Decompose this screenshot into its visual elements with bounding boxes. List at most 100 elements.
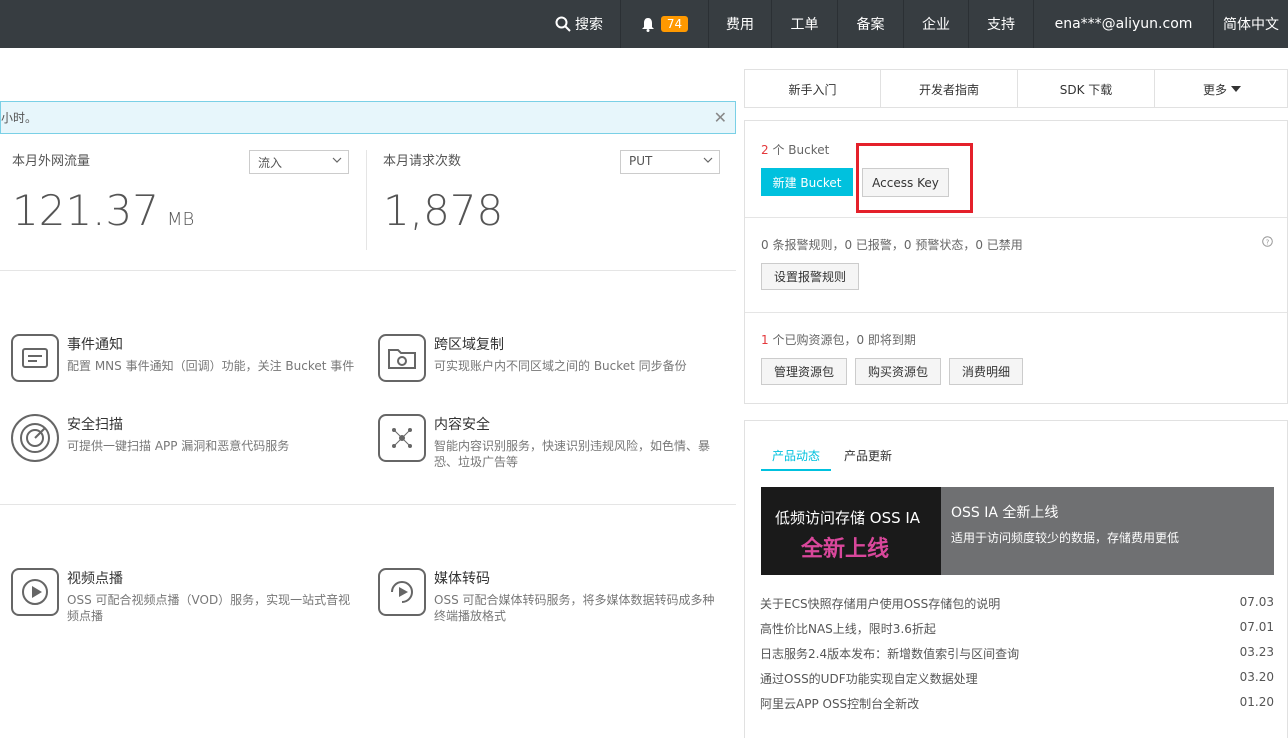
account-email: ena***@aliyun.com — [1054, 16, 1193, 32]
help-icon[interactable]: ? — [1262, 236, 1273, 247]
feature-desc: 可实现账户内不同区域之间的 Bucket 同步备份 — [434, 359, 687, 373]
package-summary-suffix: 个已购资源包，0 即将到期 — [772, 333, 916, 347]
svg-text:?: ? — [1266, 238, 1270, 246]
news-title: 日志服务2.4版本发布：新增数值索引与区间查询 — [760, 647, 1020, 661]
traffic-label: 本月外网流量 — [12, 154, 91, 169]
language-menu[interactable]: 简体中文 — [1213, 0, 1288, 48]
package-summary: 1 个已购资源包，0 即将到期 — [761, 331, 916, 348]
banner-image: 低频访问存储 OSS IA 全新上线 — [761, 487, 941, 575]
search-icon — [555, 16, 571, 32]
tab-product-news[interactable]: 产品动态 — [772, 447, 820, 464]
tab-dev-guide[interactable]: 开发者指南 — [881, 70, 1018, 108]
news-item[interactable]: 高性价比NAS上线，限时3.6折起 07.01 — [760, 620, 1274, 637]
help-tabs: 新手入门 开发者指南 SDK 下载 更多 — [744, 69, 1288, 108]
tab-label: 新手入门 — [788, 82, 837, 97]
search-button[interactable]: 搜索 — [538, 0, 620, 48]
account-menu[interactable]: ena***@aliyun.com — [1033, 0, 1213, 48]
bell-icon — [641, 17, 654, 32]
request-type-select[interactable]: PUT — [620, 150, 720, 174]
consumption-details-label: 消费明细 — [961, 365, 1010, 379]
feature-title: 视频点播 — [67, 571, 123, 587]
feature-title: 内容安全 — [434, 417, 490, 433]
news-banner[interactable]: 低频访问存储 OSS IA 全新上线 OSS IA 全新上线 适用于访问频度较少… — [761, 487, 1274, 575]
top-navigation-bar: 搜索 74 费用 工单 备案 企业 支持 ena***@aliyun.com 简… — [0, 0, 1288, 48]
tab-label: 开发者指南 — [918, 82, 979, 97]
feature-desc: 配置 MNS 事件通知（回调）功能，关注 Bucket 事件 — [67, 359, 355, 373]
traffic-unit: MB — [166, 209, 195, 230]
notifications-button[interactable]: 74 — [620, 0, 708, 48]
requests-label: 本月请求次数 — [383, 154, 462, 169]
icp-menu[interactable]: 备案 — [837, 0, 903, 48]
traffic-direction-select[interactable]: 流入 — [249, 150, 349, 174]
bucket-count: 2 — [761, 143, 769, 157]
news-date: 03.20 — [1239, 670, 1274, 684]
feature-title: 跨区域复制 — [434, 337, 504, 353]
tab-more[interactable]: 更多 — [1155, 70, 1288, 108]
chevron-down-icon — [332, 157, 342, 163]
section-divider — [0, 270, 736, 271]
search-label: 搜索 — [575, 17, 603, 33]
traffic-value: 121.37 MB — [12, 186, 194, 235]
banner-left-line2: 全新上线 — [801, 537, 890, 562]
feature-title: 安全扫描 — [67, 417, 123, 433]
feature-desc: 可提供一键扫描 APP 漏洞和恶意代码服务 — [67, 439, 290, 453]
news-date: 07.03 — [1239, 595, 1274, 609]
notice-text: 小时。 — [1, 111, 38, 125]
enterprise-label: 企业 — [922, 17, 950, 33]
buy-packages-label: 购买资源包 — [867, 365, 928, 379]
feature-desc: OSS 可配合媒体转码服务，将多媒体数据转码成多种终端播放格式 — [434, 593, 715, 623]
notice-banner: 小时。 ✕ — [0, 101, 736, 134]
requests-value: 1,878 — [383, 186, 504, 235]
news-item[interactable]: 日志服务2.4版本发布：新增数值索引与区间查询 03.23 — [760, 645, 1274, 662]
banner-subtitle: 适用于访问频度较少的数据，存储费用更低 — [951, 531, 1180, 545]
language-label: 简体中文 — [1223, 17, 1279, 33]
new-bucket-button[interactable]: 新建 Bucket — [761, 168, 853, 196]
set-alarm-rules-button[interactable]: 设置报警规则 — [761, 263, 859, 290]
tab-getting-started[interactable]: 新手入门 — [745, 70, 881, 108]
tab-sdk-download[interactable]: SDK 下载 — [1018, 70, 1155, 108]
feature-desc: OSS 可配合视频点播（VOD）服务，实现一站式音视频点播 — [67, 593, 351, 623]
news-item[interactable]: 通过OSS的UDF功能实现自定义数据处理 03.20 — [760, 670, 1274, 687]
alarm-summary: 0 条报警规则，0 已报警，0 预警状态，0 已禁用 — [761, 238, 1023, 252]
manage-packages-button[interactable]: 管理资源包 — [761, 358, 847, 385]
package-count: 1 — [761, 333, 769, 347]
news-date: 07.01 — [1239, 620, 1274, 634]
news-item[interactable]: 阿里云APP OSS控制台全新改 01.20 — [760, 695, 1274, 712]
cross-region-replication-icon — [378, 334, 426, 382]
chevron-down-icon — [703, 157, 713, 163]
security-scan-icon — [11, 414, 59, 462]
support-menu[interactable]: 支持 — [968, 0, 1033, 48]
video-on-demand-icon — [11, 568, 59, 616]
highlight-box — [856, 143, 973, 213]
consumption-details-button[interactable]: 消费明细 — [949, 358, 1023, 385]
tab-label: SDK 下载 — [1059, 82, 1113, 97]
panel-divider — [745, 312, 1287, 313]
active-tab-indicator — [761, 469, 831, 471]
feature-desc: 智能内容识别服务，快速识别违规风险，如色情、暴恐、垃圾广告等 — [434, 439, 711, 469]
new-bucket-label: 新建 Bucket — [772, 175, 842, 190]
notification-count-badge: 74 — [660, 16, 689, 32]
feature-title: 事件通知 — [67, 337, 123, 353]
support-label: 支持 — [987, 17, 1015, 33]
buy-packages-button[interactable]: 购买资源包 — [855, 358, 941, 385]
enterprise-menu[interactable]: 企业 — [903, 0, 968, 48]
bucket-count-suffix: 个 Bucket — [772, 143, 830, 157]
news-title: 高性价比NAS上线，限时3.6折起 — [760, 622, 936, 636]
bucket-count-text: 2 个 Bucket — [761, 141, 829, 158]
stats-divider — [366, 150, 367, 250]
set-alarm-rules-label: 设置报警规则 — [773, 270, 846, 284]
banner-title: OSS IA 全新上线 — [951, 505, 1059, 521]
section-divider — [0, 504, 736, 505]
fees-label: 费用 — [726, 17, 754, 33]
close-icon[interactable]: ✕ — [714, 108, 727, 127]
feature-title: 媒体转码 — [434, 571, 490, 587]
news-date: 03.23 — [1239, 645, 1274, 659]
banner-left-line1: 低频访问存储 OSS IA — [775, 509, 921, 527]
tickets-menu[interactable]: 工单 — [771, 0, 837, 48]
banner-text-area: OSS IA 全新上线 适用于访问频度较少的数据，存储费用更低 — [941, 487, 1274, 575]
tab-product-updates[interactable]: 产品更新 — [844, 447, 892, 464]
media-transcode-icon — [378, 568, 426, 616]
event-notification-icon — [11, 334, 59, 382]
news-item[interactable]: 关于ECS快照存储用户使用OSS存储包的说明 07.03 — [760, 595, 1274, 612]
fees-menu[interactable]: 费用 — [708, 0, 771, 48]
